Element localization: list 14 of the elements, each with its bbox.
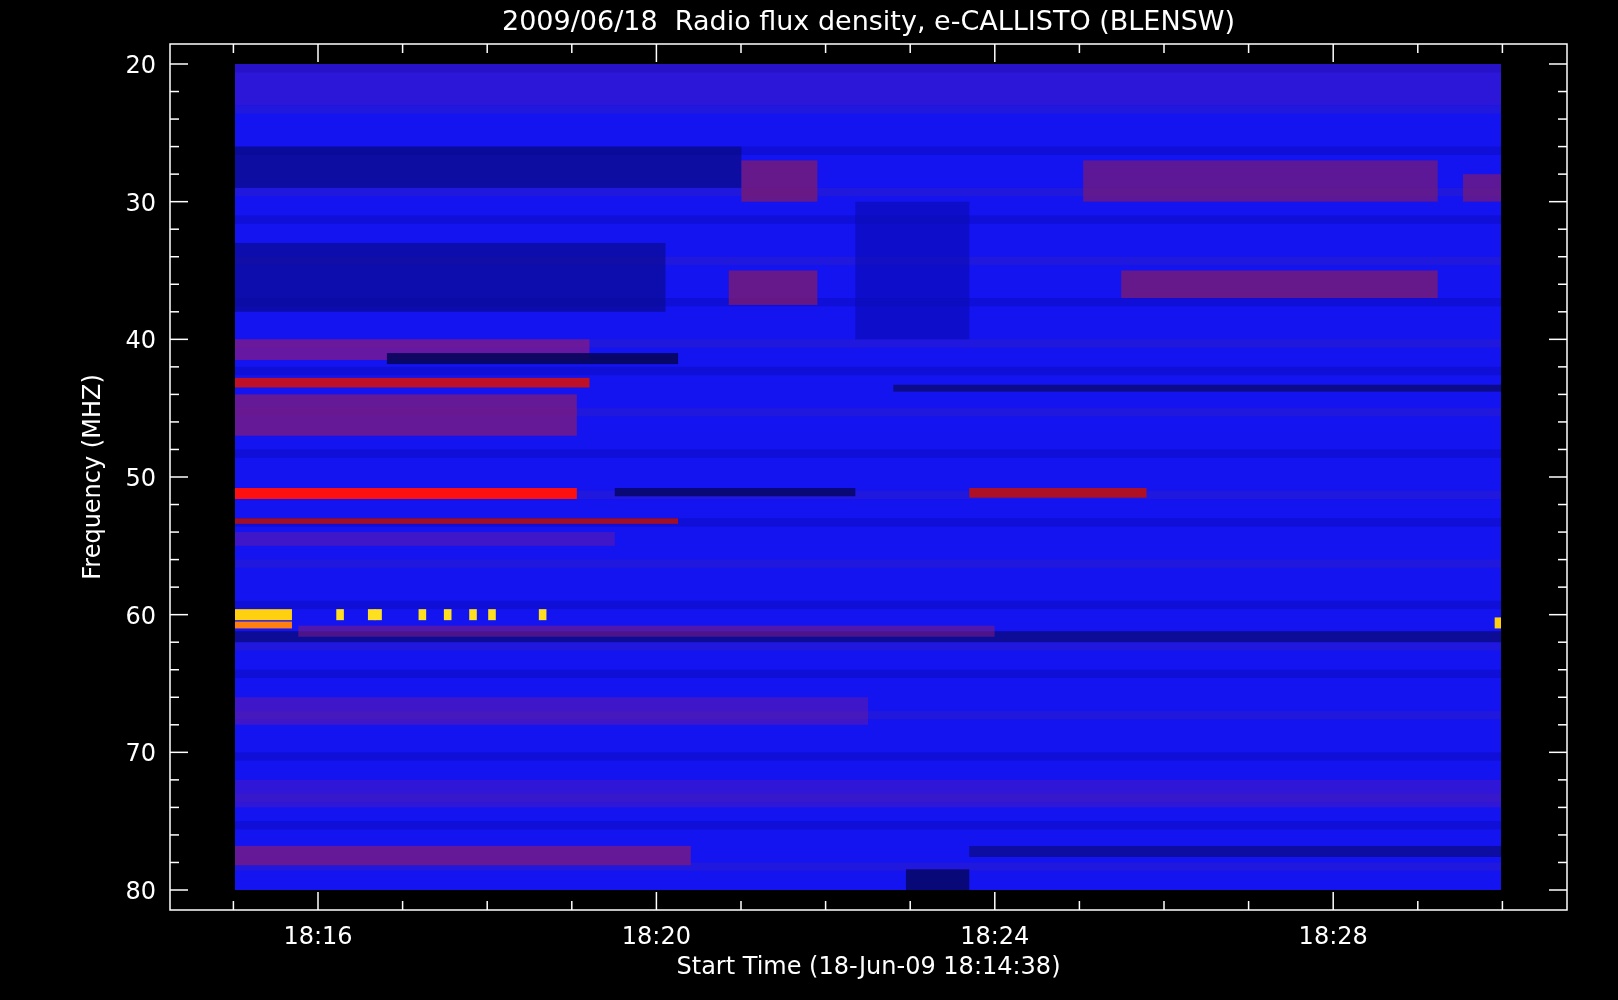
tick-label: 18:20 <box>621 922 691 950</box>
tick-label: 40 <box>125 326 156 355</box>
axis-label: Frequency (MHZ) <box>78 374 106 580</box>
tick-label: 18:16 <box>283 922 353 950</box>
tick-label: 30 <box>125 188 156 217</box>
tick-label: 18:28 <box>1298 922 1368 950</box>
axis-label: Start Time (18-Jun-09 18:14:38) <box>676 952 1061 980</box>
tick-label: 70 <box>125 739 156 768</box>
chart-title: 2009/06/18 Radio flux density, e-CALLISTO (BLENSW) <box>502 5 1235 36</box>
tick-label: 20 <box>125 51 156 79</box>
tick-label: 18:24 <box>960 922 1030 950</box>
tick-label: 60 <box>125 601 156 630</box>
tick-label: 80 <box>125 877 156 905</box>
tick-label: 50 <box>125 464 156 492</box>
